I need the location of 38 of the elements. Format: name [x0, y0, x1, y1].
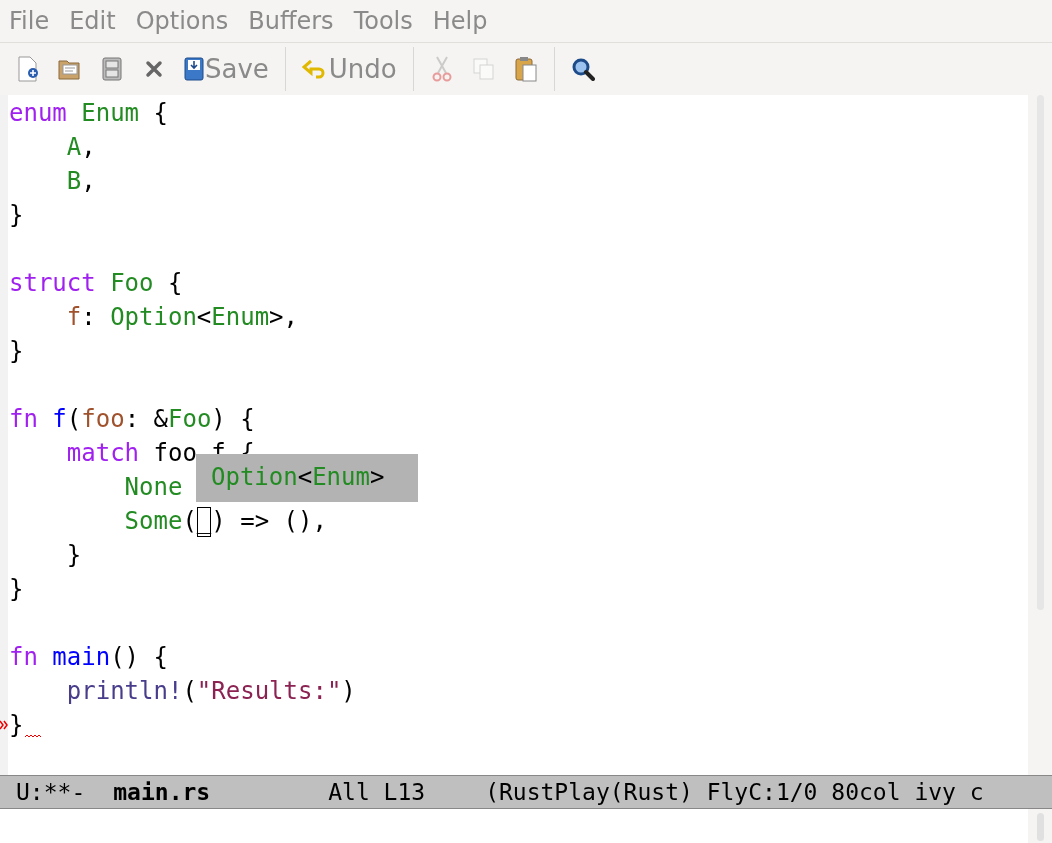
scrollbar[interactable] — [1028, 809, 1052, 843]
code-line: A, — [65, 132, 96, 163]
code-line: fn main() { — [9, 642, 168, 673]
code-line: } — [9, 710, 24, 741]
cabinet-icon — [102, 57, 122, 81]
error-squiggle-icon — [25, 735, 42, 739]
menu-item[interactable]: File — [9, 7, 50, 35]
code-line: } — [65, 540, 82, 571]
new-file-icon — [17, 56, 39, 82]
scissors-icon — [431, 56, 452, 82]
menu-item[interactable]: Buffers — [248, 7, 334, 35]
code-line: B, — [65, 166, 96, 197]
menu-item[interactable]: Edit — [69, 7, 116, 35]
code-line: None — [123, 472, 183, 503]
menu-item[interactable]: Tools — [353, 7, 413, 35]
buffer-name: main.rs — [113, 779, 211, 805]
search-icon — [570, 57, 595, 81]
close-icon — [145, 60, 163, 78]
buffer-position: All L13 — [328, 779, 426, 805]
folder-icon — [58, 58, 82, 80]
code-line: f: Option<Enum>, — [65, 302, 298, 333]
code-line: } — [9, 336, 24, 367]
code-line: struct Foo { — [9, 268, 183, 299]
menu-item[interactable]: Options — [135, 7, 229, 35]
code-line: enum Enum { — [9, 98, 168, 129]
menu-item[interactable]: Help — [432, 7, 488, 35]
code-line: } — [9, 200, 24, 231]
mode-list: (RustPlay(Rust) FlyC:1/0 80col ivy c — [485, 779, 984, 805]
toolbar-button[interactable]: Undo — [293, 49, 405, 89]
toolbar-button[interactable]: Save — [176, 49, 277, 89]
completion-popup[interactable]: Option<Enum> — [196, 454, 418, 502]
buffer-state: U:**- — [16, 779, 86, 805]
copy-icon — [472, 58, 495, 80]
scrollbar[interactable] — [1028, 95, 1052, 775]
code-line: } — [9, 574, 24, 605]
code-line: println!("Results:") — [65, 676, 356, 707]
clipboard-icon — [514, 56, 537, 82]
code-line: fn f(foo: &Foo) { — [9, 404, 255, 435]
